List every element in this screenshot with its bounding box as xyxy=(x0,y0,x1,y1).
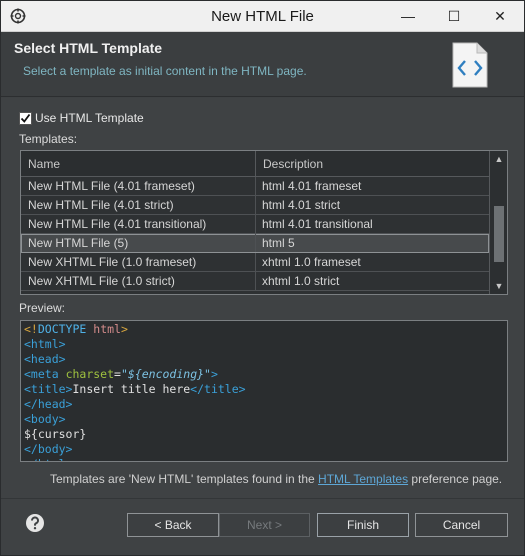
template-description: html 4.01 transitional xyxy=(262,217,373,231)
table-row[interactable]: New XHTML File (1.0 frameset) xhtml 1.0 … xyxy=(21,253,489,272)
template-name: New HTML File (4.01 strict) xyxy=(21,196,256,214)
maximize-button[interactable]: ☐ xyxy=(431,1,477,31)
template-description: html 4.01 frameset xyxy=(262,179,362,193)
code-line: </body> xyxy=(24,442,73,456)
column-header-description[interactable]: Description xyxy=(256,151,489,177)
title-bar: New HTML File — ☐ ✕ xyxy=(1,1,524,32)
scroll-up-arrow-icon[interactable]: ▲ xyxy=(490,151,507,167)
scrollbar-thumb[interactable] xyxy=(494,206,504,262)
templates-label: Templates: xyxy=(19,132,78,146)
column-header-name[interactable]: Name xyxy=(21,151,256,177)
table-row[interactable]: New HTML File (4.01 strict) html 4.01 st… xyxy=(21,196,489,215)
html-file-icon xyxy=(452,42,488,88)
note-text-before: Templates are 'New HTML' templates found… xyxy=(50,472,319,486)
help-icon[interactable] xyxy=(25,513,45,533)
template-name: New XHTML File (1.0 frameset) xyxy=(21,253,256,271)
html-templates-link[interactable]: HTML Templates xyxy=(318,472,408,486)
note-text-after: preference page. xyxy=(408,472,503,486)
code-line: <meta charset="${encoding}"> xyxy=(24,367,218,381)
template-name: New XHTML File (1.0 strict) xyxy=(21,272,256,290)
wizard-banner: Select HTML Template Select a template a… xyxy=(1,32,524,97)
code-line: </html> xyxy=(24,457,72,461)
template-description: xhtml 1.0 frameset xyxy=(262,255,361,269)
next-button[interactable]: Next > xyxy=(219,513,310,537)
template-name: New HTML File (4.01 frameset) xyxy=(21,177,256,195)
checkmark-icon xyxy=(20,113,31,123)
code-line: <head> xyxy=(24,352,66,366)
preview-code-area[interactable]: <!DOCTYPE html> <html> <head> <meta char… xyxy=(20,320,508,462)
table-row[interactable]: New XHTML File (1.0 strict) xhtml 1.0 st… xyxy=(21,272,489,291)
code-line: </head> xyxy=(24,397,73,411)
table-row-selected[interactable]: New HTML File (5) html 5 xyxy=(21,234,489,253)
code-line: <title>Insert title here</title> xyxy=(24,382,246,396)
preview-label: Preview: xyxy=(19,301,66,315)
table-row[interactable]: New HTML File (4.01 transitional) html 4… xyxy=(21,215,489,234)
finish-button[interactable]: Finish xyxy=(317,513,409,537)
code-line: ${cursor} xyxy=(24,427,87,441)
template-name: New HTML File (4.01 transitional) xyxy=(21,215,256,233)
back-button[interactable]: < Back xyxy=(127,513,219,537)
template-description: xhtml 1.0 strict xyxy=(262,274,340,288)
wizard-content: Use HTML Template Templates: Name Descri… xyxy=(1,98,524,498)
use-template-label[interactable]: Use HTML Template xyxy=(35,111,144,125)
dialog-window: New HTML File — ☐ ✕ Select HTML Template… xyxy=(0,0,525,556)
templates-note: Templates are 'New HTML' templates found… xyxy=(50,472,502,486)
template-name: New HTML File (5) xyxy=(21,234,256,252)
code-line: <!DOCTYPE html> xyxy=(24,322,128,336)
close-button[interactable]: ✕ xyxy=(477,1,523,31)
templates-table[interactable]: Name Description New HTML File (4.01 fra… xyxy=(20,150,508,295)
table-row[interactable]: New HTML File (4.01 frameset) html 4.01 … xyxy=(21,177,489,196)
code-line: <body> xyxy=(24,412,66,426)
cancel-button[interactable]: Cancel xyxy=(415,513,508,537)
scroll-down-arrow-icon[interactable]: ▼ xyxy=(490,278,507,294)
use-template-checkbox[interactable] xyxy=(19,111,32,125)
template-description: html 4.01 strict xyxy=(262,198,341,212)
page-title: Select HTML Template xyxy=(14,40,163,56)
template-description: html 5 xyxy=(262,236,295,250)
minimize-button[interactable]: — xyxy=(385,1,431,31)
use-template-option[interactable]: Use HTML Template xyxy=(19,111,144,125)
button-bar: < Back Next > Finish Cancel xyxy=(1,498,524,555)
table-scrollbar[interactable]: ▲ ▼ xyxy=(489,151,507,294)
page-description: Select a template as initial content in … xyxy=(23,64,307,78)
code-line: <html> xyxy=(24,337,66,351)
